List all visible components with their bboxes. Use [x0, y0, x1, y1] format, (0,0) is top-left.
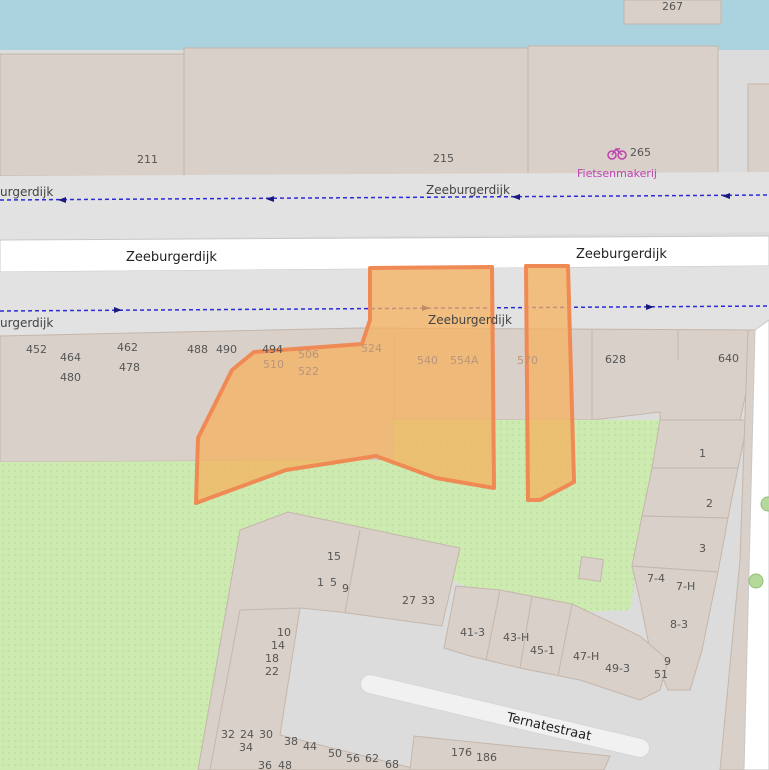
house-number: 14: [271, 639, 285, 652]
house-number: 490: [216, 343, 237, 356]
house-number: 506: [298, 348, 319, 361]
house-number: 9: [664, 655, 671, 668]
house-number: 1: [699, 447, 706, 460]
service-road-upper: [0, 172, 769, 240]
house-number: 186: [476, 751, 497, 764]
house-number: 554A: [450, 354, 479, 367]
building: [527, 45, 719, 175]
street-label-zeeburgerdijk: urgerdijk: [0, 316, 53, 330]
house-number: 24: [240, 728, 254, 741]
house-number: 267: [662, 0, 683, 13]
building: [747, 83, 769, 175]
building: [651, 419, 749, 469]
house-number: 7-4: [647, 572, 665, 585]
house-number: 18: [265, 652, 279, 665]
house-number: 488: [187, 343, 208, 356]
house-number: 540: [417, 354, 438, 367]
house-number: 176: [451, 746, 472, 759]
house-number: 494: [262, 343, 283, 356]
house-number: 48: [278, 759, 292, 770]
house-number: 9: [342, 582, 349, 595]
house-number: 15: [327, 550, 341, 563]
house-number: 1: [317, 576, 324, 589]
house-number: 32: [221, 728, 235, 741]
house-number: 640: [718, 352, 739, 365]
house-number: 47-H: [573, 650, 599, 663]
poi-number: 265: [630, 146, 651, 159]
house-number: 452: [26, 343, 47, 356]
street-label-zeeburgerdijk: Zeeburgerdijk: [126, 250, 217, 265]
house-number: 38: [284, 735, 298, 748]
building: [183, 47, 529, 177]
house-number: 62: [365, 752, 379, 765]
house-number: 5: [330, 576, 337, 589]
house-number: 3: [699, 542, 706, 555]
house-number: 51: [654, 668, 668, 681]
house-number: 68: [385, 758, 399, 770]
house-number: 8-3: [670, 618, 688, 631]
building: [641, 467, 739, 519]
house-number: 628: [605, 353, 626, 366]
house-number: 215: [433, 152, 454, 165]
house-number: 27: [402, 594, 416, 607]
street-label-zeeburgerdijk: Zeeburgerdijk: [426, 183, 510, 197]
house-number: 570: [517, 354, 538, 367]
tree-icon: [748, 573, 764, 589]
house-number: 211: [137, 153, 158, 166]
house-number: 2: [706, 497, 713, 510]
street-label-zeeburgerdijk: urgerdijk: [0, 185, 53, 199]
house-number: 480: [60, 371, 81, 384]
house-number: 49-3: [605, 662, 630, 675]
highlight-area-strip[interactable]: [524, 264, 576, 502]
house-number: 10: [277, 626, 291, 639]
building: [631, 515, 729, 573]
house-number: 462: [117, 341, 138, 354]
poi-name: Fietsenmakerij: [577, 167, 657, 180]
house-number: 43-H: [503, 631, 529, 644]
house-number: 22: [265, 665, 279, 678]
house-number: 524: [361, 342, 382, 355]
house-number: 522: [298, 365, 319, 378]
house-number: 33: [421, 594, 435, 607]
house-number: 41-3: [460, 626, 485, 639]
house-number: 50: [328, 747, 342, 760]
house-number: 7-H: [676, 580, 695, 593]
house-number: 45-1: [530, 644, 555, 657]
house-number: 478: [119, 361, 140, 374]
map-canvas[interactable]: Zeeburgerdijk Zeeburgerdijk urgerdijk Ze…: [0, 0, 769, 770]
house-number: 56: [346, 752, 360, 765]
house-number: 34: [239, 741, 253, 754]
house-number: 36: [258, 759, 272, 770]
house-number: 510: [263, 358, 284, 371]
house-number: 44: [303, 740, 317, 753]
street-label-zeeburgerdijk: Zeeburgerdijk: [428, 313, 512, 327]
street-label-zeeburgerdijk: Zeeburgerdijk: [576, 247, 667, 262]
house-number: 464: [60, 351, 81, 364]
house-number: 30: [259, 728, 273, 741]
